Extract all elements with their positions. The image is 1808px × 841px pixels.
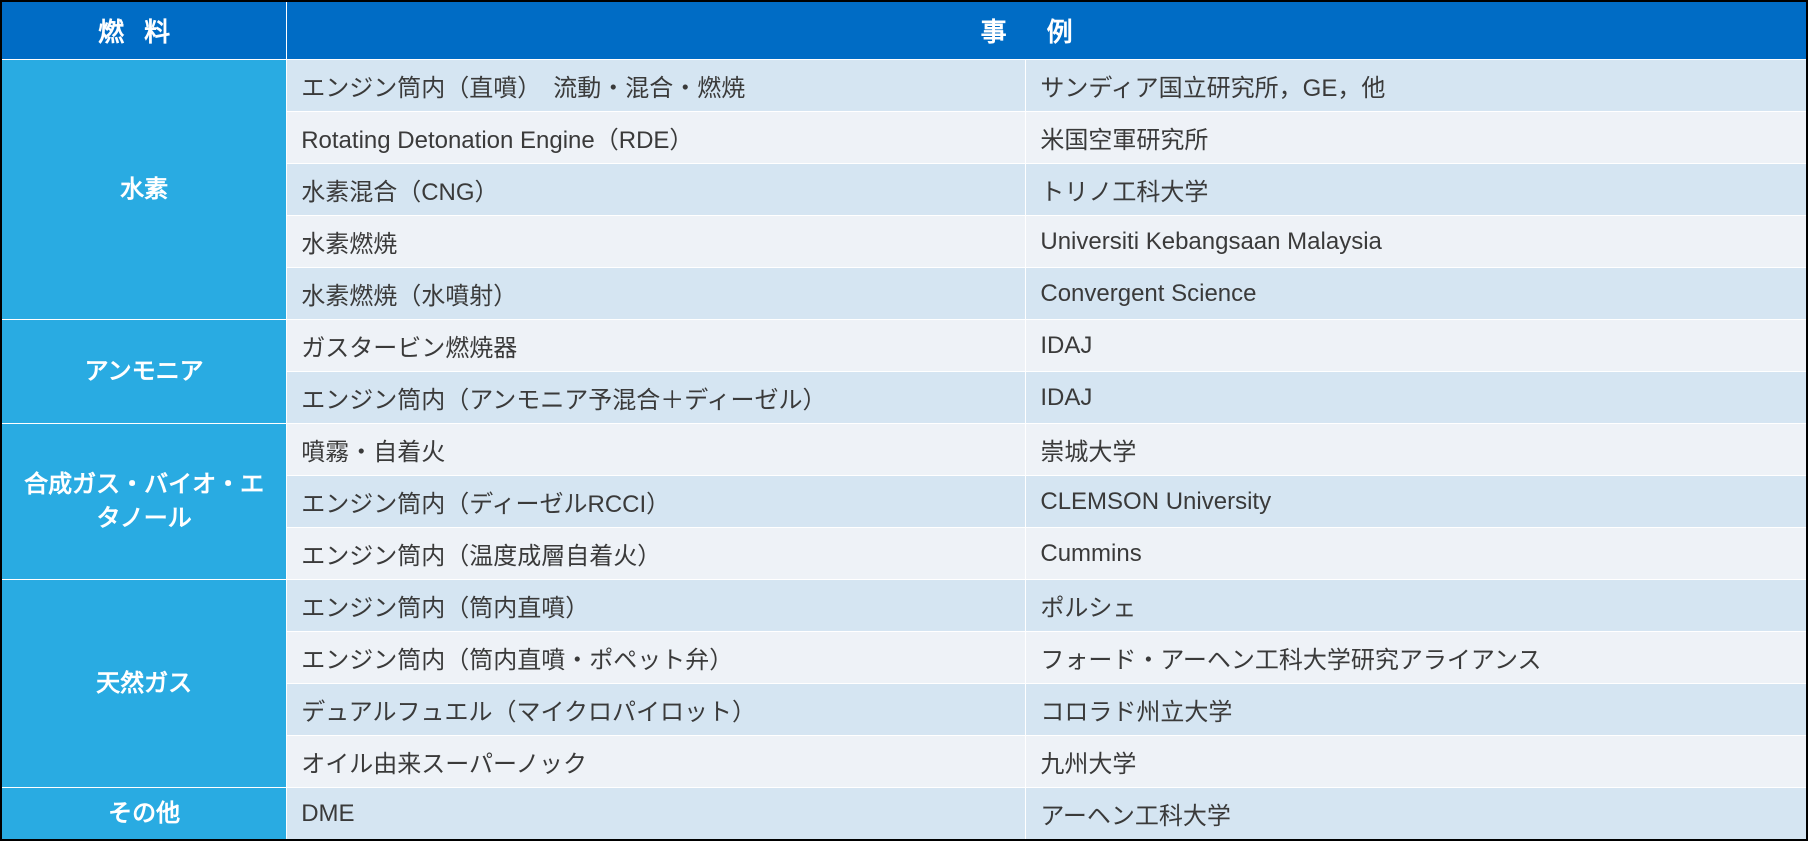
- organization-cell: アーヘン工科大学: [1026, 788, 1807, 841]
- organization-cell: 九州大学: [1026, 736, 1807, 788]
- organization-cell: IDAJ: [1026, 320, 1807, 372]
- table-row: 合成ガス・バイオ・エタノール噴霧・自着火崇城大学: [1, 424, 1807, 476]
- organization-cell: ポルシェ: [1026, 580, 1807, 632]
- organization-cell: Universiti Kebangsaan Malaysia: [1026, 216, 1807, 268]
- organization-cell: Cummins: [1026, 528, 1807, 580]
- fuel-category-cell: アンモニア: [1, 320, 287, 424]
- table-row: アンモニアガスタービン燃焼器IDAJ: [1, 320, 1807, 372]
- fuel-category-cell: 水素: [1, 60, 287, 320]
- example-description-cell: エンジン筒内（温度成層自着火）: [287, 528, 1026, 580]
- example-description-cell: エンジン筒内（筒内直噴・ポペット弁）: [287, 632, 1026, 684]
- example-description-cell: 水素燃焼（水噴射）: [287, 268, 1026, 320]
- example-description-cell: エンジン筒内（ディーゼルRCCI）: [287, 476, 1026, 528]
- example-description-cell: デュアルフュエル（マイクロパイロット）: [287, 684, 1026, 736]
- organization-cell: CLEMSON University: [1026, 476, 1807, 528]
- header-example: 事例: [287, 1, 1807, 60]
- fuel-category-cell: 天然ガス: [1, 580, 287, 788]
- organization-cell: Convergent Science: [1026, 268, 1807, 320]
- organization-cell: フォード・アーヘン工科大学研究アライアンス: [1026, 632, 1807, 684]
- organization-cell: コロラド州立大学: [1026, 684, 1807, 736]
- table-header-row: 燃料 事例: [1, 1, 1807, 60]
- example-description-cell: エンジン筒内（アンモニア予混合＋ディーゼル）: [287, 372, 1026, 424]
- example-description-cell: ガスタービン燃焼器: [287, 320, 1026, 372]
- organization-cell: 崇城大学: [1026, 424, 1807, 476]
- fuel-category-cell: 合成ガス・バイオ・エタノール: [1, 424, 287, 580]
- fuel-category-cell: その他: [1, 788, 287, 841]
- table-body: 水素エンジン筒内（直噴） 流動・混合・燃焼サンディア国立研究所，GE，他Rota…: [1, 60, 1807, 841]
- table-row: 水素エンジン筒内（直噴） 流動・混合・燃焼サンディア国立研究所，GE，他: [1, 60, 1807, 112]
- example-description-cell: 噴霧・自着火: [287, 424, 1026, 476]
- table-row: その他DMEアーヘン工科大学: [1, 788, 1807, 841]
- example-description-cell: 水素混合（CNG）: [287, 164, 1026, 216]
- table-row: 天然ガスエンジン筒内（筒内直噴）ポルシェ: [1, 580, 1807, 632]
- example-description-cell: Rotating Detonation Engine（RDE）: [287, 112, 1026, 164]
- example-description-cell: エンジン筒内（筒内直噴）: [287, 580, 1026, 632]
- organization-cell: トリノ工科大学: [1026, 164, 1807, 216]
- header-fuel: 燃料: [1, 1, 287, 60]
- example-description-cell: エンジン筒内（直噴） 流動・混合・燃焼: [287, 60, 1026, 112]
- example-description-cell: DME: [287, 788, 1026, 841]
- organization-cell: IDAJ: [1026, 372, 1807, 424]
- fuel-examples-table: 燃料 事例 水素エンジン筒内（直噴） 流動・混合・燃焼サンディア国立研究所，GE…: [0, 0, 1808, 841]
- organization-cell: 米国空軍研究所: [1026, 112, 1807, 164]
- example-description-cell: オイル由来スーパーノック: [287, 736, 1026, 788]
- organization-cell: サンディア国立研究所，GE，他: [1026, 60, 1807, 112]
- example-description-cell: 水素燃焼: [287, 216, 1026, 268]
